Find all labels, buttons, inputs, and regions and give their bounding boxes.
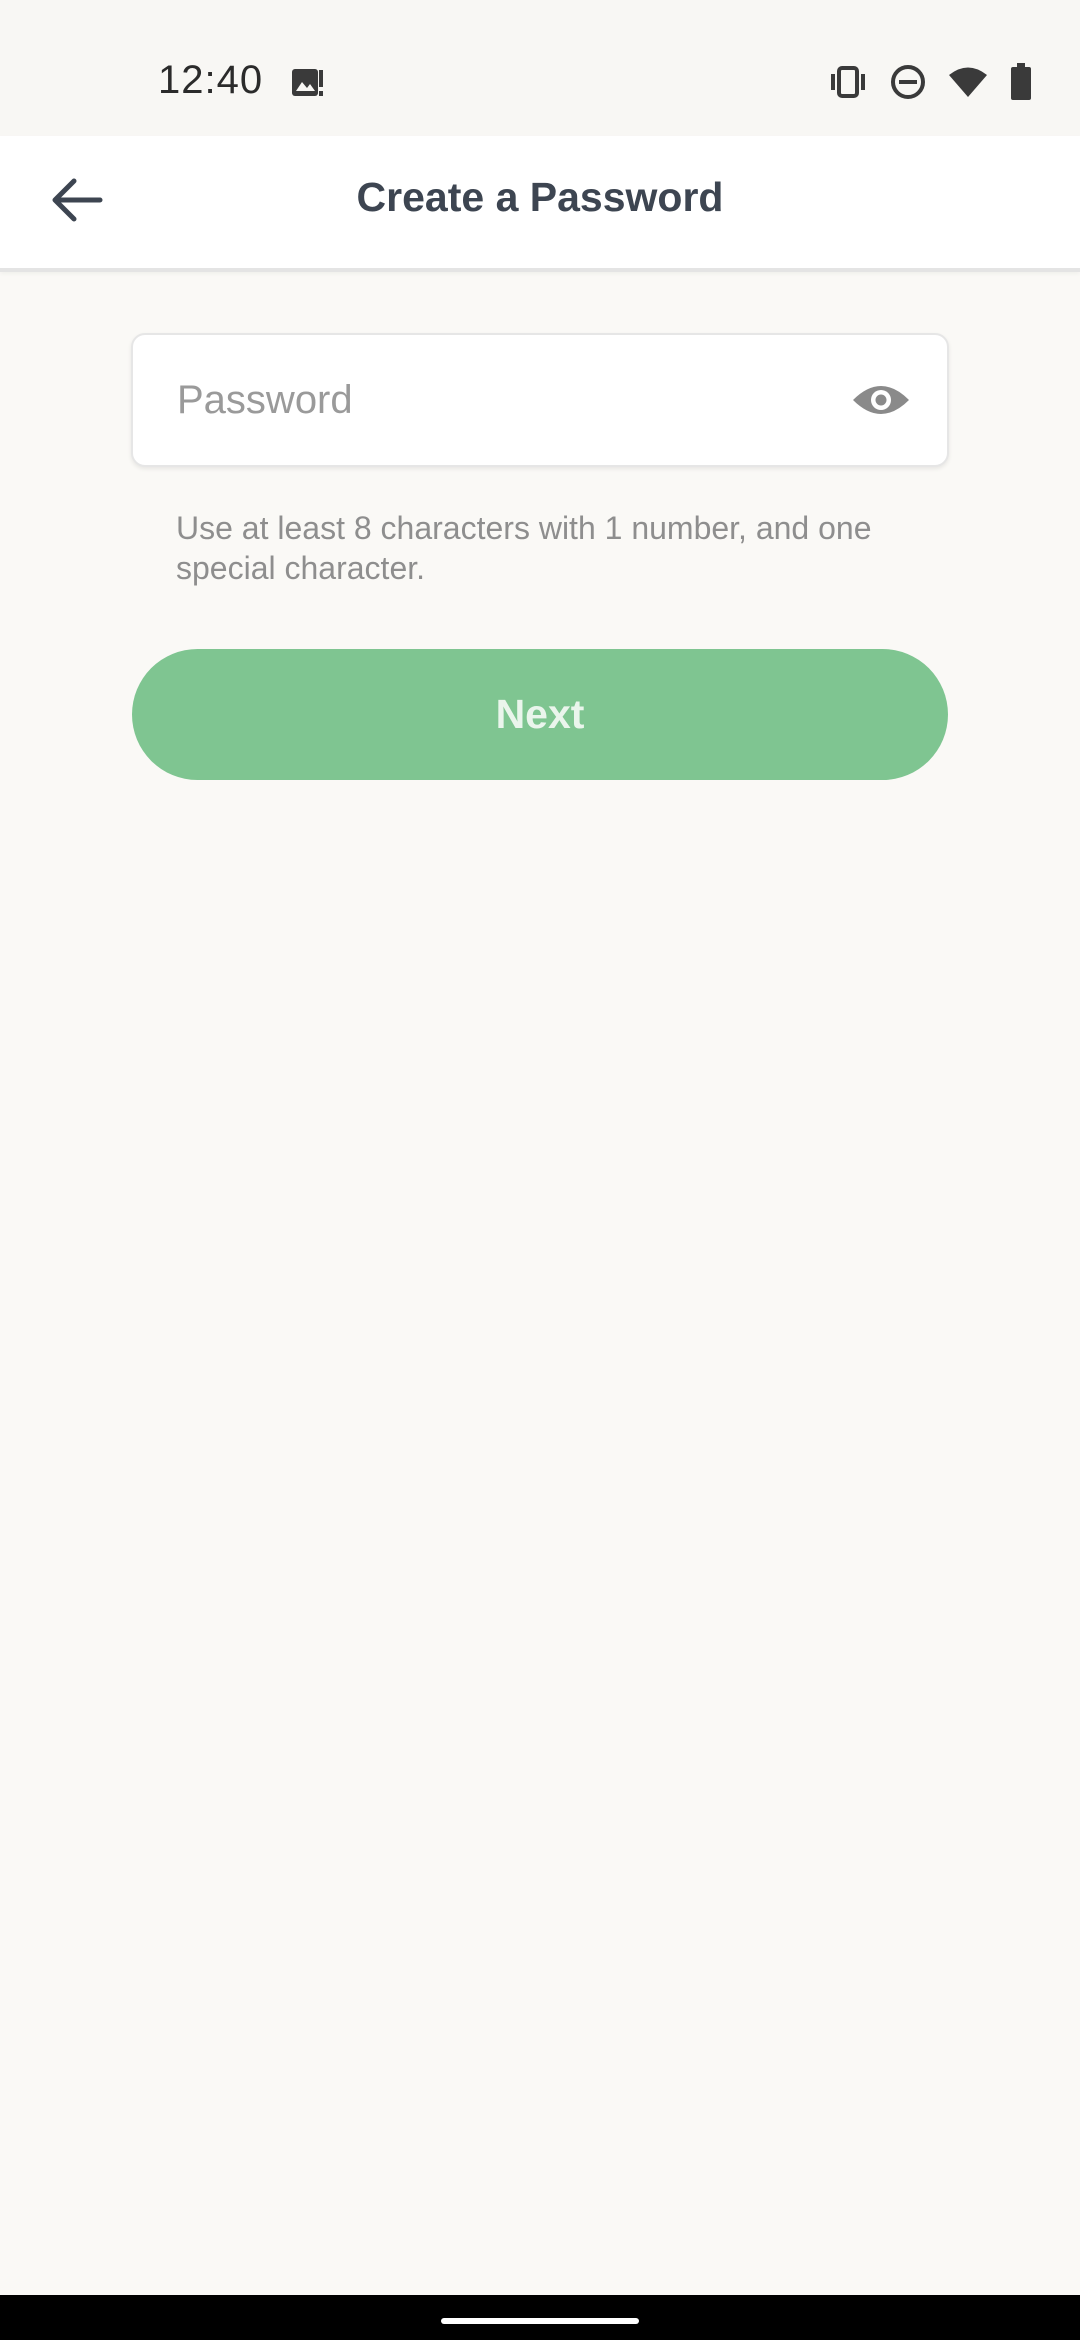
vibrate-icon <box>828 66 868 98</box>
next-button[interactable]: Next <box>132 649 948 780</box>
home-indicator[interactable] <box>441 2318 639 2324</box>
status-icons <box>828 60 1032 104</box>
status-bar: 12:40 <box>0 0 1080 136</box>
toggle-password-visibility-button[interactable] <box>849 370 913 434</box>
image-alert-icon <box>290 66 324 100</box>
password-input[interactable] <box>177 335 817 465</box>
status-time: 12:40 <box>158 58 264 102</box>
battery-icon <box>1010 63 1032 101</box>
wifi-icon <box>948 66 988 98</box>
do-not-disturb-icon <box>890 64 926 100</box>
page-title: Create a Password <box>356 174 724 220</box>
app-bar: Create a Password <box>0 136 1080 272</box>
eye-icon <box>851 380 911 425</box>
password-requirements-text: Use at least 8 characters with 1 number,… <box>176 510 872 586</box>
system-navigation-bar <box>0 2295 1080 2340</box>
password-field <box>131 333 949 467</box>
